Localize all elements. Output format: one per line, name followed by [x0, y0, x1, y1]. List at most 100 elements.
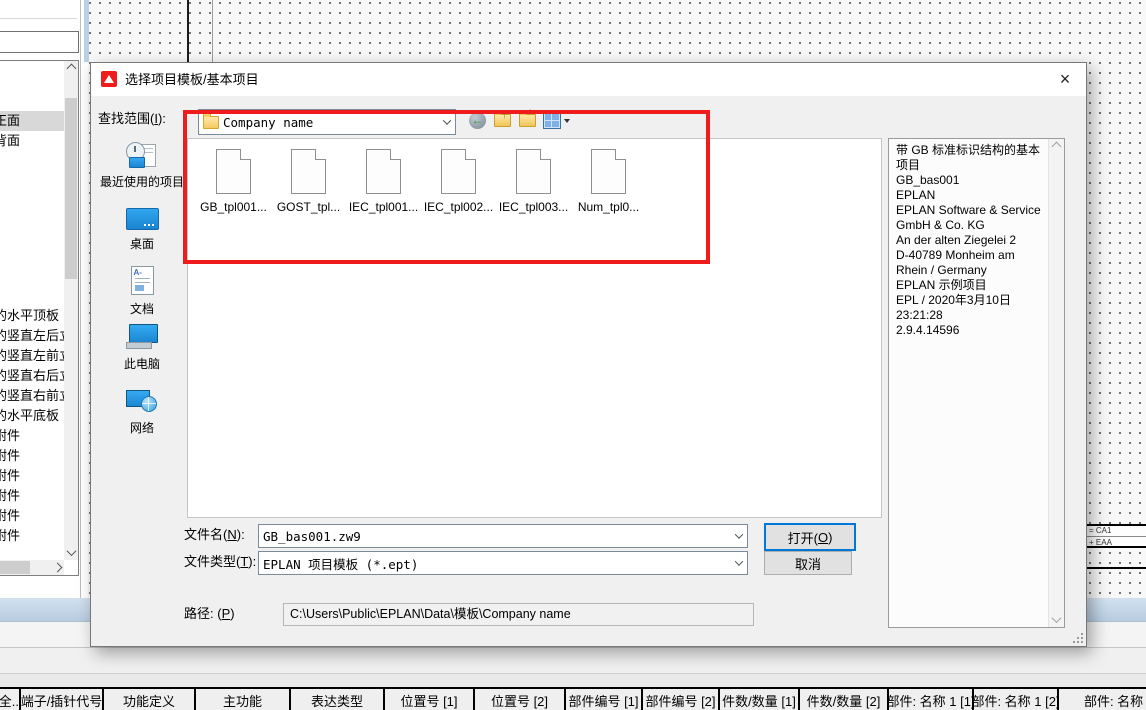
eplan-application-window: = CA1 + EAA 正面 背面 的水平顶板 的竖直左后立 的竖直左前立 的竖… — [0, 0, 1146, 710]
table-column-header[interactable]: 部件编号 [2] — [641, 689, 718, 710]
scroll-right-icon[interactable] — [50, 560, 64, 575]
file-type-value: EPLAN 项目模板 (*.ept) — [259, 554, 730, 573]
dialog-titlebar[interactable]: 选择项目模板/基本项目 × — [91, 63, 1086, 96]
panel-divider — [80, 0, 81, 598]
sidebar-item-desktop[interactable]: 桌面 — [95, 208, 189, 252]
network-icon — [126, 387, 158, 414]
eplan-logo-icon — [101, 71, 117, 87]
table-column-header[interactable]: 功能定义 — [102, 689, 194, 710]
sidebar-item-network[interactable]: 网络 — [95, 387, 189, 436]
table-column-header[interactable]: 位置号 [2] — [473, 689, 564, 710]
marker-line — [1085, 546, 1146, 548]
project-info-text: 带 GB 标准标识结构的基本项目 GB_bas001 EPLAN EPLAN S… — [896, 143, 1047, 338]
folder-icon — [203, 116, 219, 129]
project-info-panel: 带 GB 标准标识结构的基本项目 GB_bas001 EPLAN EPLAN S… — [888, 138, 1065, 628]
select-project-template-dialog: 选择项目模板/基本项目 × 查找范围(I): Company name ← ↑ … — [90, 62, 1087, 647]
table-column-header[interactable]: 端子/插针代号 — [19, 689, 102, 710]
file-item[interactable]: IEC_tpl002... — [421, 149, 496, 214]
scrollbar-thumb[interactable] — [65, 98, 77, 279]
file-icon — [366, 149, 401, 194]
scrollbar-thumb[interactable] — [0, 561, 30, 574]
file-item[interactable]: Num_tpl0... — [571, 149, 646, 214]
tree-item-list: 正面 背面 的水平顶板 的竖直左后立 的竖直左前立 的竖直右后立 的竖直右前立 … — [0, 61, 64, 560]
close-icon[interactable]: × — [1054, 68, 1076, 90]
list-item[interactable]: 的水平顶板 — [0, 306, 64, 326]
vertical-scrollbar[interactable] — [64, 61, 78, 560]
chevron-down-icon[interactable] — [730, 552, 747, 574]
list-gap — [0, 151, 64, 306]
chevron-down-icon[interactable] — [730, 525, 747, 547]
scroll-up-icon[interactable] — [1049, 139, 1064, 154]
list-item[interactable]: 背面 — [0, 131, 64, 151]
list-item[interactable]: 附件 — [0, 446, 64, 466]
table-column-header[interactable]: 全.. — [0, 689, 19, 710]
table-column-header[interactable]: 部件: 名称 1 [2] — [972, 689, 1057, 710]
bottom-strip — [0, 648, 1146, 673]
file-type-label: 文件类型(T): — [184, 551, 256, 573]
look-in-value: Company name — [219, 115, 438, 130]
up-one-level-icon[interactable]: ↑ — [493, 111, 512, 130]
parts-table-header-row: 全.. 端子/插针代号 功能定义 主功能 表达类型 位置号 [1] 位置号 [2… — [0, 687, 1146, 710]
open-button[interactable]: 打开(O) — [764, 523, 856, 551]
marker-line — [1085, 536, 1146, 537]
path-label: 路径: (P) — [184, 603, 235, 625]
scroll-down-icon[interactable] — [1049, 612, 1064, 627]
scroll-down-icon[interactable] — [64, 545, 78, 560]
info-panel-scrollbar[interactable] — [1048, 139, 1064, 627]
this-pc-icon — [126, 324, 158, 350]
scroll-up-icon[interactable] — [64, 61, 78, 76]
table-column-header[interactable]: 部件: 名称 1 [1] — [887, 689, 972, 710]
new-folder-icon[interactable]: * — [518, 111, 537, 130]
list-item[interactable]: 的水平底板 — [0, 406, 64, 426]
path-field: C:\Users\Public\EPLAN\Data\模板\Company na… — [283, 603, 754, 626]
list-item[interactable]: 附件 — [0, 506, 64, 526]
resize-grip[interactable] — [1070, 630, 1083, 643]
table-column-header[interactable]: 位置号 [1] — [383, 689, 473, 710]
sidebar-item-documents[interactable]: A- 文档 — [95, 266, 189, 317]
sidebar-item-recent-projects[interactable]: 最近使用的项目 — [95, 142, 189, 190]
look-in-label: 查找范围(I): — [98, 107, 166, 131]
look-in-combobox[interactable]: Company name — [198, 109, 456, 135]
file-icon — [441, 149, 476, 194]
table-column-header[interactable]: 件数/数量 [2] — [798, 689, 887, 710]
file-icon — [216, 149, 251, 194]
table-column-header[interactable]: 表达类型 — [289, 689, 383, 710]
horizontal-scrollbar[interactable] — [0, 560, 64, 575]
list-item[interactable]: 的竖直右前立 — [0, 386, 64, 406]
file-name-value: GB_bas001.zw9 — [259, 529, 730, 544]
structure-id-label: = CA1 — [1089, 526, 1145, 536]
documents-icon: A- — [131, 266, 154, 295]
file-name-combobox[interactable]: GB_bas001.zw9 — [258, 524, 748, 548]
chevron-down-icon[interactable] — [438, 110, 455, 134]
bottom-strip — [0, 674, 1146, 687]
list-item[interactable]: 附件 — [0, 426, 64, 446]
view-menu-icon[interactable] — [542, 111, 561, 130]
table-column-header[interactable]: 件数/数量 [1] — [718, 689, 798, 710]
file-type-combobox[interactable]: EPLAN 项目模板 (*.ept) — [258, 551, 748, 575]
file-item[interactable]: IEC_tpl003... — [496, 149, 571, 214]
file-name-label: 文件名(N): — [184, 524, 245, 546]
list-item[interactable]: 附件 — [0, 466, 64, 486]
layout-space-list: 正面 背面 的水平顶板 的竖直左后立 的竖直左前立 的竖直右后立 的竖直右前立 … — [0, 60, 79, 576]
file-item[interactable]: GOST_tpl... — [271, 149, 346, 214]
list-item[interactable]: 的竖直左前立 — [0, 346, 64, 366]
table-column-header[interactable]: 主功能 — [194, 689, 289, 710]
back-icon[interactable]: ← — [468, 111, 487, 130]
list-item[interactable]: 附件 — [0, 486, 64, 506]
list-item[interactable]: 的竖直右后立 — [0, 366, 64, 386]
file-icon — [516, 149, 551, 194]
chevron-down-icon[interactable] — [564, 119, 570, 123]
filter-input[interactable] — [0, 31, 79, 53]
marker-line — [1085, 567, 1146, 569]
sidebar-item-this-pc[interactable]: 此电脑 — [95, 324, 189, 372]
file-list[interactable]: GB_tpl001... GOST_tpl... IEC_tpl001... I… — [187, 138, 882, 518]
cancel-button[interactable]: 取消 — [764, 551, 852, 575]
list-item[interactable]: 的竖直左后立 — [0, 326, 64, 346]
file-item[interactable]: GB_tpl001... — [196, 149, 271, 214]
list-item[interactable]: 附件 — [0, 526, 64, 546]
dialog-title: 选择项目模板/基本项目 — [125, 63, 259, 96]
table-column-header[interactable]: 部件: 名称 1 — [1057, 689, 1146, 710]
list-item[interactable]: 正面 — [0, 111, 64, 131]
file-item[interactable]: IEC_tpl001... — [346, 149, 421, 214]
table-column-header[interactable]: 部件编号 [1] — [564, 689, 641, 710]
